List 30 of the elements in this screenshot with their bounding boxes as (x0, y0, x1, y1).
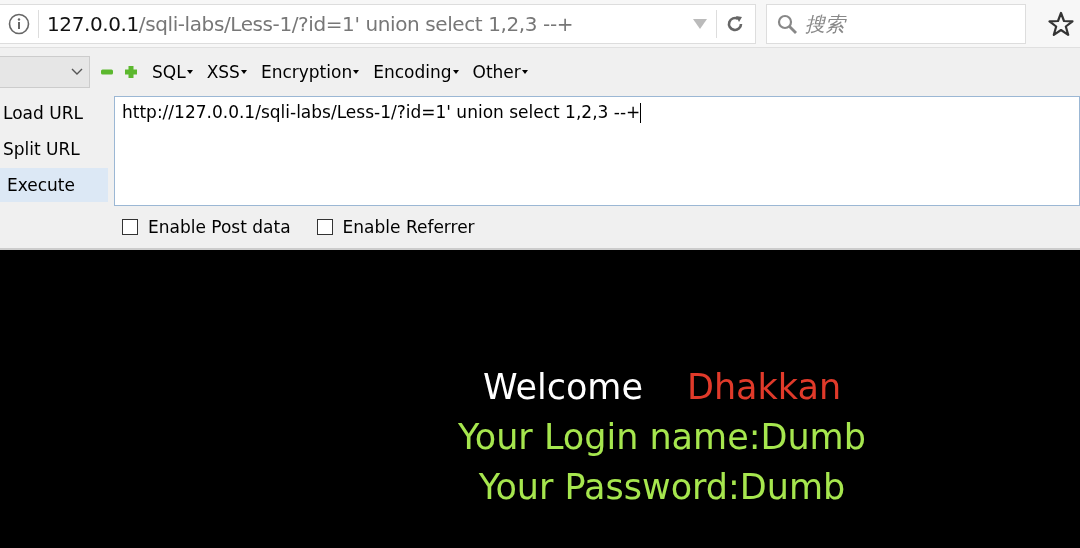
menu-button[interactable]: Other (472, 62, 528, 82)
menu-button[interactable]: Encoding (373, 62, 459, 82)
bookmark-star-icon[interactable] (1048, 10, 1074, 37)
info-icon[interactable] (8, 12, 30, 35)
checkbox-label[interactable]: Enable Referrer (342, 217, 475, 237)
login-name-text: Your Login name:Dumb (458, 416, 866, 459)
checkbox[interactable] (122, 219, 138, 235)
menu-button[interactable]: Encryption (260, 62, 360, 82)
address-bar[interactable]: 127.0.0.1/sqli-labs/Less-1/?id=1' union select 1,2,3 --+ (0, 3, 756, 44)
password-text: Your Password:Dumb (478, 466, 846, 509)
caret-icon (186, 70, 193, 74)
welcome-text: Welcome (482, 366, 643, 409)
menu-button[interactable]: XSS (206, 62, 247, 82)
chevron-down-icon (71, 68, 83, 76)
checkbox[interactable] (316, 219, 333, 235)
address-text: 127.0.0.1/sqli-labs/Less-1/?id=1' union select 1,2,3 --+ (47, 11, 575, 36)
caret-icon (521, 70, 528, 74)
checkbox-label[interactable]: Enable Post data (148, 217, 291, 237)
search-field[interactable]: 搜索 (766, 3, 1026, 44)
caret-icon (240, 70, 247, 74)
user-name: Dhakkan (687, 366, 842, 409)
side-button[interactable]: Split URL (0, 132, 108, 166)
menu-button[interactable]: SQL (152, 62, 193, 82)
side-button[interactable]: Load URL (0, 96, 108, 130)
search-icon (776, 12, 798, 35)
side-button[interactable]: Execute (0, 168, 108, 202)
reload-icon[interactable] (725, 13, 745, 34)
caret-icon (353, 70, 360, 74)
caret-icon (452, 70, 459, 74)
url-input-field[interactable]: http://127.0.0.1/sqli-labs/Less-1/?id=1' union select 1,2,3 --+ (114, 96, 1080, 206)
